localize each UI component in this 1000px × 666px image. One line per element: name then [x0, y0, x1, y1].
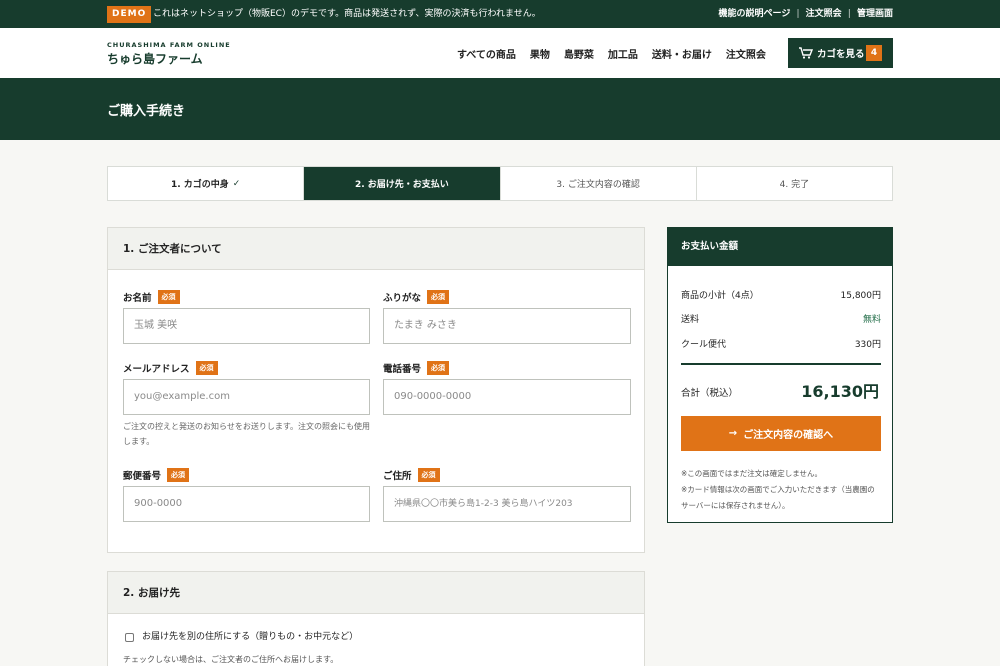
arrow-right-icon: →: [728, 428, 738, 439]
required-badge: 必須: [417, 468, 440, 482]
subtotal-label: 商品の小計（4点）: [681, 291, 759, 301]
summary-notes: ※この画面ではまだ注文は確定しません。 ※カード情報は次の画面でご入力いただきま…: [681, 466, 881, 514]
nav-fruits[interactable]: 果物: [530, 46, 550, 61]
step-label: 1. カゴの中身: [170, 180, 229, 190]
required-badge: 必須: [427, 361, 450, 375]
required-badge: 必須: [157, 290, 180, 304]
orderer-section: 1. ご注文者について お名前 必須 玉城 美咲 ふりがな 必須 たまき みさき…: [107, 227, 645, 553]
step-label: 3. ご注文内容の確認: [556, 180, 640, 190]
nav-island-vegetables[interactable]: 島野菜: [564, 46, 594, 61]
address-label: ご住所 必須: [383, 468, 440, 482]
admin-link[interactable]: 管理画面: [857, 0, 893, 28]
summary-title: お支払い金額: [668, 228, 892, 266]
kana-input[interactable]: たまき みさき: [383, 308, 631, 344]
field-label-text: メールアドレス: [123, 364, 190, 375]
email-input[interactable]: you@example.com: [123, 379, 370, 415]
cart-icon: [799, 47, 813, 59]
cart-label: カゴを見る: [817, 49, 865, 60]
global-nav: すべての商品 果物 島野菜 加工品 送料・お届け 注文照会: [457, 28, 780, 78]
page-title: ご購入手続き: [107, 104, 186, 119]
section-title: 2. お届け先: [108, 572, 644, 614]
delivery-help-text: チェックしない場合は、ご注文者のご住所へお届けします。: [123, 655, 339, 664]
tel-input[interactable]: 090-0000-0000: [383, 379, 631, 415]
shipping-value: 無料: [862, 315, 881, 325]
field-label-text: お名前: [123, 293, 152, 304]
total-label: 合計（税込）: [681, 388, 739, 399]
separator: |: [796, 9, 800, 19]
separator: |: [847, 9, 851, 19]
step-confirm: 3. ご注文内容の確認: [501, 167, 697, 200]
total-value: 16,130円: [801, 382, 879, 401]
different-address-checkbox[interactable]: [125, 633, 134, 642]
cool-delivery-row: クール便代 330円: [681, 337, 881, 350]
cool-delivery-value: 330円: [854, 340, 881, 350]
name-input[interactable]: 玉城 美咲: [123, 308, 370, 344]
page-hero: ご購入手続き: [0, 78, 1000, 140]
nav-processed-foods[interactable]: 加工品: [608, 46, 638, 61]
field-label-text: 電話番号: [383, 364, 422, 375]
step-complete: 4. 完了: [697, 167, 892, 200]
kana-label: ふりがな 必須: [383, 290, 450, 304]
required-badge: 必須: [167, 468, 190, 482]
email-label: メールアドレス 必須: [123, 361, 218, 375]
checkout-steps: 1. カゴの中身 ✓ 2. お届け先・お支払い 3. ご注文内容の確認 4. 完…: [107, 166, 893, 201]
field-label-text: ご住所: [383, 471, 412, 482]
nav-order-inquiry[interactable]: 注文照会: [726, 46, 766, 61]
step-label: 4. 完了: [779, 180, 810, 190]
demo-badge: DEMO: [107, 6, 152, 23]
note-line: ※この画面ではまだ注文は確定しません。: [681, 469, 823, 478]
nav-shipping[interactable]: 送料・お届け: [652, 46, 712, 61]
zip-label: 郵便番号 必須: [123, 468, 190, 482]
step-cart[interactable]: 1. カゴの中身 ✓: [108, 167, 305, 200]
address-input[interactable]: 沖縄県〇〇市美ら島1-2-3 美ら島ハイツ203: [383, 486, 631, 522]
tel-label: 電話番号 必須: [383, 361, 450, 375]
features-link[interactable]: 機能の説明ページ: [719, 0, 791, 28]
confirm-button-label: ご注文内容の確認へ: [743, 430, 834, 441]
demo-notice-bar: DEMO これはネットショップ（物販EC）のデモです。商品は発送されず、実際の決…: [0, 0, 1000, 28]
required-badge: 必須: [195, 361, 218, 375]
checkbox-label[interactable]: お届け先を別の住所にする（贈りもの・お中元など）: [142, 630, 358, 645]
field-label-text: ふりがな: [383, 293, 422, 304]
name-label: お名前 必須: [123, 290, 180, 304]
payment-summary: お支払い金額 商品の小計（4点） 15,800円 送料 無料 クール便代 330…: [667, 227, 893, 523]
subtotal-row: 商品の小計（4点） 15,800円: [681, 288, 881, 301]
section-title: 1. ご注文者について: [108, 228, 644, 270]
zip-input[interactable]: 900-0000: [123, 486, 370, 522]
subtotal-value: 15,800円: [840, 291, 882, 301]
required-badge: 必須: [427, 290, 450, 304]
shipping-row: 送料 無料: [681, 312, 881, 325]
note-line: ※カード情報は次の画面でご入力いただきます（当農園のサーバーには保存されません）…: [681, 485, 875, 510]
step-delivery-payment: 2. お届け先・お支払い: [304, 167, 501, 200]
cool-delivery-label: クール便代: [681, 340, 727, 350]
logo-english[interactable]: CHURASHIMA FARM ONLINE: [107, 41, 231, 49]
nav-all-products[interactable]: すべての商品: [457, 46, 516, 61]
site-header: CHURASHIMA FARM ONLINE ちゅら島ファーム すべての商品 果…: [0, 28, 1000, 78]
check-icon: ✓: [232, 178, 241, 189]
delivery-section: 2. お届け先 お届け先を別の住所にする（贈りもの・お中元など） チェックしない…: [107, 571, 645, 666]
view-cart-button[interactable]: カゴを見る 4: [788, 38, 893, 68]
step-label: 2. お届け先・お支払い: [354, 180, 449, 190]
utility-links: 機能の説明ページ | 注文照会 | 管理画面: [719, 0, 893, 28]
email-help-text: ご注文の控えと発送のお知らせをお送りします。注文の照会にも使用します。: [123, 422, 371, 446]
order-inquiry-link[interactable]: 注文照会: [806, 0, 842, 28]
divider: [681, 363, 881, 365]
logo[interactable]: ちゅら島ファーム: [107, 50, 203, 67]
cart-count-badge: 4: [866, 45, 882, 61]
confirm-order-button[interactable]: → ご注文内容の確認へ: [681, 416, 881, 451]
shipping-label: 送料: [681, 315, 700, 325]
demo-notice-text: これはネットショップ（物販EC）のデモです。商品は発送されず、実際の決済も行われ…: [153, 9, 541, 19]
field-label-text: 郵便番号: [123, 471, 162, 482]
